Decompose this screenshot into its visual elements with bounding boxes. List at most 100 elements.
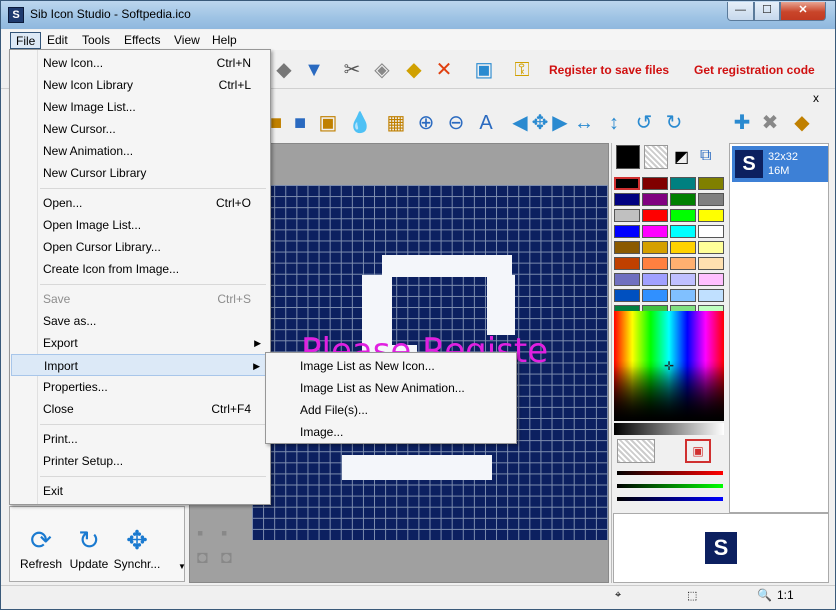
menu-print[interactable]: Print... xyxy=(11,428,269,450)
menu-close[interactable]: Close Ctrl+F4 xyxy=(11,398,269,420)
paint-bucket-icon[interactable]: ▼ xyxy=(301,57,327,83)
palette-swatch[interactable] xyxy=(670,193,696,206)
menu-open-image-list[interactable]: Open Image List... xyxy=(11,214,269,236)
text-zoom-icon[interactable]: A xyxy=(473,110,499,136)
layers-icon[interactable]: ◆ xyxy=(789,110,815,136)
drop-icon[interactable]: 💧 xyxy=(347,110,373,136)
menu-new-icon[interactable]: New Icon... Ctrl+N xyxy=(11,52,269,74)
panel-close-button[interactable]: x xyxy=(813,91,819,105)
menu-printer-setup[interactable]: Printer Setup... xyxy=(11,450,269,472)
zoom-out-icon[interactable]: ⊖ xyxy=(443,110,469,136)
submenu-image[interactable]: Image... xyxy=(300,421,343,443)
submenu-image-list-new-icon[interactable]: Image List as New Icon... xyxy=(300,355,435,377)
menu-new-cursor[interactable]: New Cursor... xyxy=(11,118,269,140)
menu-create-icon-from-image[interactable]: Create Icon from Image... xyxy=(11,258,269,280)
get-registration-code-link[interactable]: Get registration code xyxy=(694,63,815,77)
key-icon[interactable]: ⚿ xyxy=(509,57,535,83)
palette-swatch[interactable] xyxy=(698,225,724,238)
menu-properties[interactable]: Properties... xyxy=(11,376,269,398)
menu-save[interactable]: Save Ctrl+S xyxy=(11,288,269,310)
palette-swatch[interactable] xyxy=(642,209,668,222)
menu-tools[interactable]: Tools xyxy=(77,32,115,49)
palette-swatch[interactable] xyxy=(670,273,696,286)
menu-new-animation[interactable]: New Animation... xyxy=(11,140,269,162)
spray-tool-icon[interactable]: ◘ xyxy=(197,547,208,568)
transparent-color[interactable] xyxy=(617,439,655,463)
inverse-color[interactable]: ▣ xyxy=(685,439,711,463)
palette-swatch[interactable] xyxy=(614,273,640,286)
palette-swatch[interactable] xyxy=(614,177,640,190)
palette-swatch[interactable] xyxy=(642,273,668,286)
palette-swatch[interactable] xyxy=(670,241,696,254)
fill-tool-icon[interactable]: ▪ xyxy=(221,523,227,544)
add-image-icon[interactable]: ✚ xyxy=(729,110,755,136)
palette-swatch[interactable] xyxy=(642,193,668,206)
smudge-tool-icon[interactable]: ◘ xyxy=(221,547,232,568)
background-color[interactable] xyxy=(644,145,668,169)
palette-swatch[interactable] xyxy=(670,209,696,222)
palette-swatch[interactable] xyxy=(642,257,668,270)
palette-swatch[interactable] xyxy=(698,273,724,286)
remove-image-icon[interactable]: ✖ xyxy=(757,110,783,136)
flip-horizontal-icon[interactable]: ↔ xyxy=(571,110,597,136)
palette-swatch[interactable] xyxy=(614,257,640,270)
red-slider[interactable] xyxy=(617,471,723,475)
register-to-save-link[interactable]: Register to save files xyxy=(549,63,669,77)
submenu-add-files[interactable]: Add File(s)... xyxy=(300,399,368,421)
menu-save-as[interactable]: Save as... xyxy=(11,310,269,332)
cube-blue-icon[interactable]: ■ xyxy=(287,110,313,136)
foreground-color[interactable] xyxy=(616,145,640,169)
delete-icon[interactable]: ✕ xyxy=(431,57,457,83)
menu-export[interactable]: Export ▶ xyxy=(11,332,269,354)
menu-file[interactable]: File xyxy=(10,32,42,49)
import-icon[interactable]: ▣ xyxy=(471,57,497,83)
palette-swatch[interactable] xyxy=(642,225,668,238)
move-right-icon[interactable]: ▶ xyxy=(547,110,573,136)
maximize-button[interactable]: ☐ xyxy=(754,2,780,21)
paste-icon[interactable]: ◆ xyxy=(401,57,427,83)
cut-icon[interactable]: ✂ xyxy=(339,57,365,83)
menu-open-cursor-library[interactable]: Open Cursor Library... xyxy=(11,236,269,258)
palette-swatch[interactable] xyxy=(614,289,640,302)
menu-view[interactable]: View xyxy=(169,32,205,49)
cube-outline-icon[interactable]: ▣ xyxy=(315,110,341,136)
zoom-in-icon[interactable]: ⊕ xyxy=(413,110,439,136)
green-slider[interactable] xyxy=(617,484,723,488)
rotate-left-icon[interactable]: ↺ xyxy=(631,110,657,136)
palette-swatch[interactable] xyxy=(670,257,696,270)
palette-swatch[interactable] xyxy=(642,289,668,302)
refresh-button[interactable]: ⟳ Refresh xyxy=(16,523,66,571)
flip-vertical-icon[interactable]: ↕ xyxy=(601,110,627,136)
palette-swatch[interactable] xyxy=(614,193,640,206)
palette-swatch[interactable] xyxy=(614,241,640,254)
swap-colors-icon[interactable]: ◩ xyxy=(674,147,689,167)
scroll-down-icon[interactable]: ▼ xyxy=(178,562,186,571)
palette-swatch[interactable] xyxy=(614,225,640,238)
palette-swatch[interactable] xyxy=(698,241,724,254)
palette-swatch[interactable] xyxy=(642,177,668,190)
palette-swatch[interactable] xyxy=(670,289,696,302)
menu-import[interactable]: Import ▶ xyxy=(11,354,269,376)
palette-swatch[interactable] xyxy=(614,209,640,222)
rotate-right-icon[interactable]: ↻ xyxy=(661,110,687,136)
grid-icon[interactable]: ▦ xyxy=(383,110,409,136)
palette-swatch[interactable] xyxy=(670,177,696,190)
brush-tool-icon[interactable]: ▪ xyxy=(197,523,203,544)
minimize-button[interactable]: — xyxy=(727,2,754,21)
menu-effects[interactable]: Effects xyxy=(119,32,165,49)
copy-icon[interactable]: ◈ xyxy=(369,57,395,83)
palette-swatch[interactable] xyxy=(698,257,724,270)
eraser-icon[interactable]: ◆ xyxy=(271,57,297,83)
palette-swatch[interactable] xyxy=(698,209,724,222)
grayscale-bar[interactable] xyxy=(614,423,724,435)
palette-swatch[interactable] xyxy=(698,289,724,302)
update-button[interactable]: ↻ Update xyxy=(64,523,114,571)
menu-edit[interactable]: Edit xyxy=(42,32,73,49)
palette-swatch[interactable] xyxy=(698,193,724,206)
menu-open[interactable]: Open... Ctrl+O xyxy=(11,192,269,214)
menu-exit[interactable]: Exit xyxy=(11,480,269,502)
menu-new-cursor-library[interactable]: New Cursor Library xyxy=(11,162,269,184)
close-button[interactable]: ✕ xyxy=(780,2,826,21)
palette-swatch[interactable] xyxy=(670,225,696,238)
menu-help[interactable]: Help xyxy=(207,32,242,49)
